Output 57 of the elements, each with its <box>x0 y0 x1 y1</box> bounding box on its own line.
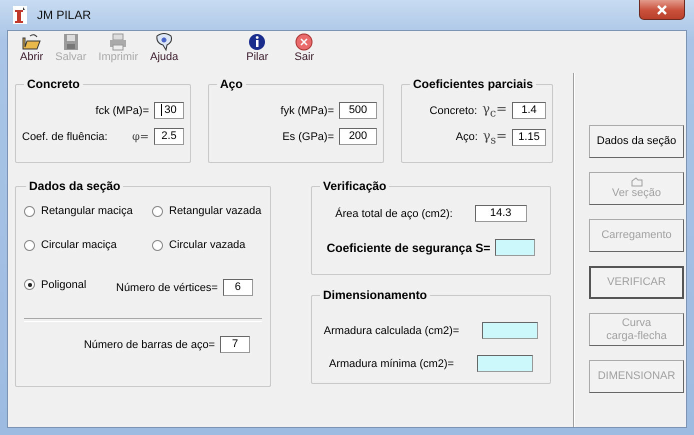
field-label: Área total de aço (cm2): <box>335 208 453 220</box>
symbol-label: γ$_{s}$= <box>482 128 507 146</box>
field-label: Es (GPa)= <box>282 130 334 142</box>
toolbar-button[interactable]: Sair <box>290 33 318 69</box>
printer-icon <box>108 33 128 51</box>
close-icon <box>656 4 668 14</box>
toolbar-button[interactable]: Pilar <box>242 33 272 69</box>
input-field[interactable]: 500 <box>339 102 377 119</box>
result-field[interactable] <box>477 355 533 372</box>
input-field[interactable]: 1.15 <box>512 128 546 146</box>
action-button[interactable]: Dados da seção <box>589 125 684 158</box>
help-icon <box>154 33 174 51</box>
close-button[interactable] <box>639 0 685 20</box>
exit-icon <box>294 33 314 51</box>
radio-button[interactable] <box>24 240 35 250</box>
radio-option[interactable]: Retangular maciça <box>24 205 133 217</box>
field-label: Armadura mínima (cm2)= <box>328 358 454 370</box>
result-field[interactable] <box>482 322 538 339</box>
field-label: Armadura calculada (cm2)= <box>324 324 460 336</box>
field-label: Coeficiente de segurança S= <box>326 240 490 254</box>
group-title: Dados da seção <box>28 179 122 193</box>
toolbar-button[interactable]: Ajuda <box>146 33 182 69</box>
field-label: Concreto: <box>430 104 478 117</box>
toolbar-button[interactable]: Abrir <box>16 33 48 69</box>
input-field[interactable]: 200 <box>339 128 377 145</box>
radio-button[interactable] <box>24 279 35 290</box>
radio-button[interactable] <box>152 240 163 250</box>
group-title: Aço <box>219 77 244 91</box>
input-field[interactable]: 30 <box>154 102 184 119</box>
field-label: Coef. de fluência: <box>22 130 108 142</box>
radio-option[interactable]: Poligonal <box>24 278 86 290</box>
radio-button[interactable] <box>152 206 163 216</box>
folder-icon <box>22 33 42 51</box>
field-label: Número de vértices= <box>116 282 218 294</box>
field-label: fck (MPa)= <box>96 104 149 116</box>
field-label: Número de barras de aço= <box>84 338 215 350</box>
input-field[interactable]: 1.4 <box>512 102 546 120</box>
radio-option[interactable]: Circular vazada <box>152 239 246 251</box>
field-label: Aço: <box>456 131 478 144</box>
radio-button[interactable] <box>24 206 35 216</box>
result-field[interactable] <box>495 239 536 256</box>
group-title: Concreto <box>26 77 81 91</box>
window-title: JM PILAR <box>37 8 92 22</box>
radio-option[interactable]: Retangular vazada <box>152 205 262 217</box>
info-icon <box>247 33 268 51</box>
symbol-label: γ$_{c}$= <box>482 102 507 120</box>
app-icon <box>13 6 27 24</box>
input-field[interactable]: 2.5 <box>154 128 184 145</box>
symbol-label: φ= <box>132 130 149 143</box>
group-title: Dimensionamento <box>322 288 428 302</box>
input-field[interactable]: 6 <box>222 279 253 296</box>
radio-option[interactable]: Circular maciça <box>24 239 117 251</box>
input-field[interactable]: 7 <box>220 336 250 353</box>
group-title: Verificação <box>322 179 388 193</box>
group-title: Coeficientes parciais <box>412 77 534 91</box>
input-field[interactable]: 14.3 <box>474 205 527 222</box>
field-label: fyk (MPa)= <box>280 104 334 116</box>
